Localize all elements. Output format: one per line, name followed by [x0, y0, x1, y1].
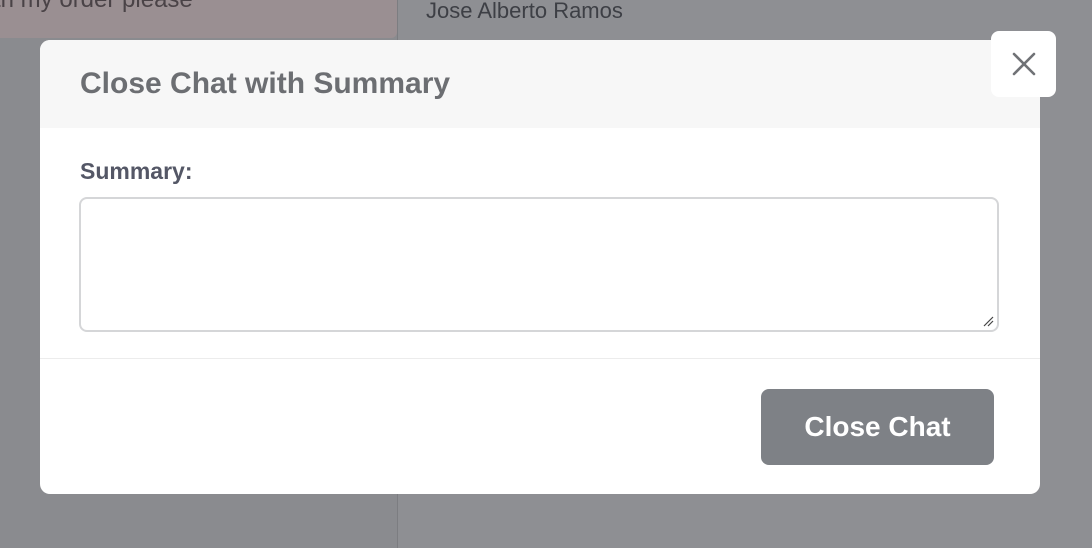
summary-label: Summary: [80, 158, 193, 184]
close-chat-modal: Close Chat with Summary Summary: Close C… [40, 40, 1040, 494]
close-icon [1012, 52, 1035, 76]
footer-divider [40, 358, 1040, 359]
message-bubble: th my order please [0, 0, 397, 38]
modal-close-button[interactable] [991, 31, 1056, 97]
summary-textarea[interactable] [79, 197, 999, 332]
resize-handle-icon[interactable] [982, 315, 994, 327]
close-chat-button[interactable]: Close Chat [761, 389, 994, 465]
modal-title: Close Chat with Summary [80, 67, 451, 100]
contact-name: Jose Alberto Ramos [426, 0, 623, 23]
message-text: th my order please [0, 0, 193, 14]
modal-header: Close Chat with Summary [40, 40, 1040, 128]
